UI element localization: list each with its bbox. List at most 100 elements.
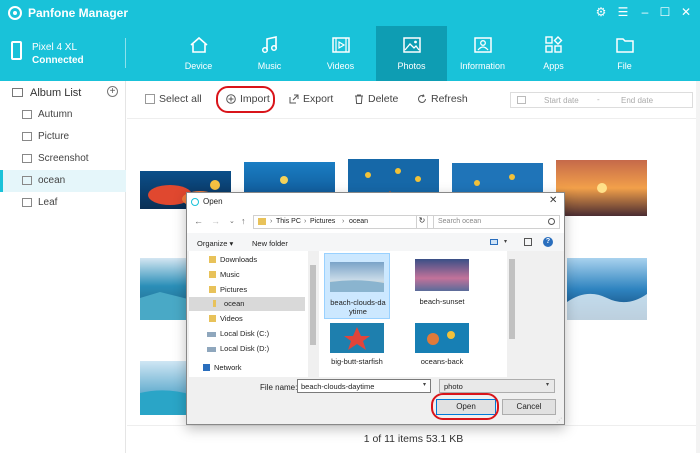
select-all-label: Select all xyxy=(159,93,202,105)
nav-label: Music xyxy=(220,270,240,279)
date-range-filter[interactable]: Start date - End date xyxy=(510,92,693,108)
search-input[interactable]: Search ocean xyxy=(433,215,560,229)
tab-device[interactable]: Device xyxy=(163,26,234,81)
file-thumbnail xyxy=(415,323,469,353)
select-all-checkbox[interactable]: Select all xyxy=(145,92,225,108)
nav-item-videos[interactable]: Videos xyxy=(189,312,305,326)
album-item-ocean[interactable]: ocean xyxy=(0,170,126,192)
start-date-input[interactable]: Start date xyxy=(544,96,579,105)
breadcrumb-item[interactable]: ocean xyxy=(349,218,368,225)
highlight-import-oval xyxy=(216,86,275,113)
cancel-button[interactable]: Cancel xyxy=(502,399,556,415)
downloads-folder-icon xyxy=(209,256,216,263)
end-date-input[interactable]: End date xyxy=(621,96,653,105)
scrollbar[interactable] xyxy=(308,251,318,377)
highlight-open-oval xyxy=(431,393,499,420)
videos-folder-icon xyxy=(209,315,216,322)
app-window: Panfone Manager ⚙ ☰ – ☐ ✕ Pixel 4 XL Con… xyxy=(0,0,700,453)
maximize-icon[interactable]: ☐ xyxy=(658,5,672,19)
chevron-down-icon[interactable]: ▾ xyxy=(504,238,507,245)
folder-icon xyxy=(616,38,634,53)
dialog-title-bar: Open ✕ xyxy=(187,193,564,211)
up-arrow-icon[interactable]: ↑ xyxy=(241,216,246,226)
chevron-down-icon[interactable]: ⌄ xyxy=(229,217,235,225)
album-item-picture[interactable]: Picture xyxy=(0,126,126,148)
back-arrow-icon[interactable]: ← xyxy=(194,216,203,226)
tab-label: Music xyxy=(257,61,282,71)
breadcrumb-item[interactable]: Pictures xyxy=(310,218,335,225)
refresh-icon[interactable]: ↻ xyxy=(416,215,428,229)
dialog-navigation-pane: Downloads Music Pictures ocean Videos Lo… xyxy=(189,251,318,377)
tab-label: Information xyxy=(459,61,506,71)
device-name: Pixel 4 XL xyxy=(32,42,78,53)
file-item[interactable]: beach-sunset xyxy=(409,253,475,315)
nav-item-network[interactable]: Network xyxy=(189,361,305,375)
nav-item-pictures[interactable]: Pictures xyxy=(189,283,305,297)
organize-button[interactable]: Organize ▾ xyxy=(197,239,233,248)
nav-label: Local Disk (D:) xyxy=(220,344,270,353)
device-panel[interactable]: Pixel 4 XL Connected xyxy=(0,26,126,81)
file-name-input[interactable]: beach-clouds-daytime ▾ xyxy=(297,379,431,393)
file-type-select[interactable]: photo ▾ xyxy=(439,379,555,393)
gear-icon[interactable]: ⚙ xyxy=(594,5,608,19)
breadcrumb-item[interactable]: This PC xyxy=(276,218,301,225)
file-thumbnail xyxy=(330,323,384,353)
file-item[interactable]: big-butt-starfish xyxy=(324,321,390,383)
view-options-icon[interactable] xyxy=(490,239,498,245)
tab-information[interactable]: Information xyxy=(447,26,518,81)
open-file-dialog: Open ✕ ← → ⌄ ↑ › This PC › Pictures › oc… xyxy=(186,192,565,425)
tab-videos[interactable]: Videos xyxy=(305,26,376,81)
plus-circle-icon[interactable]: + xyxy=(107,86,118,97)
music-note-icon xyxy=(261,36,278,54)
file-item[interactable]: oceans-back xyxy=(409,321,475,383)
chevron-down-icon: ▾ xyxy=(546,382,550,388)
forward-arrow-icon[interactable]: → xyxy=(211,216,220,226)
tab-file[interactable]: File xyxy=(589,26,660,81)
close-icon[interactable]: ✕ xyxy=(679,5,693,19)
file-name: big-butt-starfish xyxy=(331,357,383,366)
scrollbar[interactable] xyxy=(507,251,517,377)
album-item-leaf[interactable]: Leaf xyxy=(0,192,126,214)
chevron-right-icon: › xyxy=(304,218,307,225)
tab-music[interactable]: Music xyxy=(234,26,305,81)
nav-item-local-disk-c[interactable]: Local Disk (C:) xyxy=(189,327,305,341)
scrollbar-thumb[interactable] xyxy=(509,259,515,339)
nav-item-local-disk-d[interactable]: Local Disk (D:) xyxy=(189,342,305,356)
help-icon[interactable]: ? xyxy=(543,237,553,247)
album-item-autumn[interactable]: Autumn xyxy=(0,104,126,126)
network-icon xyxy=(203,364,210,371)
nav-item-ocean[interactable]: ocean xyxy=(189,297,305,311)
drive-icon xyxy=(207,332,216,337)
tab-label: File xyxy=(617,61,632,71)
file-name: beach-sunset xyxy=(419,297,465,306)
scrollbar-thumb[interactable] xyxy=(310,265,316,345)
nav-item-downloads[interactable]: Downloads xyxy=(189,253,305,267)
gallery-status: 1 of 11 items 53.1 KB xyxy=(127,425,700,453)
delete-button[interactable]: Delete xyxy=(354,92,398,108)
app-logo-icon xyxy=(8,6,22,20)
tab-photos[interactable]: Photos xyxy=(376,26,447,81)
album-icon xyxy=(22,198,32,207)
refresh-button[interactable]: Refresh xyxy=(417,92,468,108)
new-folder-button[interactable]: New folder xyxy=(252,239,288,248)
menu-icon[interactable]: ☰ xyxy=(616,5,630,19)
photo-thumbnail[interactable] xyxy=(567,258,647,320)
nav-item-music[interactable]: Music xyxy=(189,268,305,282)
minimize-icon[interactable]: – xyxy=(638,5,652,19)
home-icon xyxy=(190,36,208,53)
scrollbar[interactable] xyxy=(696,81,700,453)
album-item-screenshot[interactable]: Screenshot xyxy=(0,148,126,170)
album-list-title: Album List xyxy=(30,87,82,99)
chevron-down-icon[interactable]: ▾ xyxy=(423,381,426,388)
preview-pane-icon[interactable] xyxy=(524,238,532,246)
resize-grip-icon[interactable]: ⋰ xyxy=(556,417,562,424)
file-item[interactable]: beach-clouds-daytime xyxy=(324,253,390,319)
photo-thumbnail[interactable] xyxy=(140,258,192,320)
export-button[interactable]: Export xyxy=(289,92,335,108)
trash-icon xyxy=(355,94,363,104)
photo-thumbnail[interactable] xyxy=(556,160,647,216)
folder-icon xyxy=(213,300,216,307)
close-icon[interactable]: ✕ xyxy=(549,195,557,206)
tab-apps[interactable]: Apps xyxy=(518,26,589,81)
photo-thumbnail[interactable] xyxy=(140,361,192,415)
